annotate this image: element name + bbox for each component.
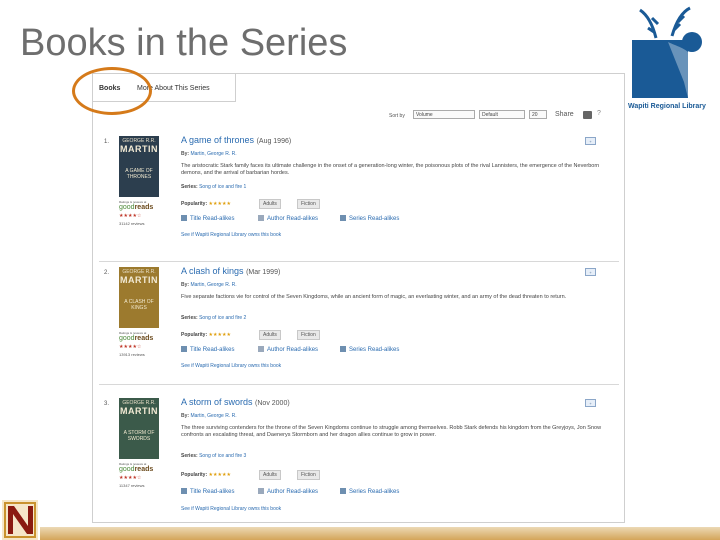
- book-description: The three surviving contenders for the t…: [181, 425, 602, 438]
- book-entry: 2. GEORGE R.R. MARTIN A CLASH OF KINGS R…: [93, 205, 624, 369]
- author-link[interactable]: Martin, George R. R.: [190, 151, 236, 157]
- book-title[interactable]: A game of thrones (Aug 1996): [181, 135, 291, 145]
- add-to-list-icon[interactable]: +: [585, 399, 596, 407]
- book-series: Series: Song of ice and fire 3: [181, 453, 247, 459]
- title-readalikes-link[interactable]: Title Read-alikes: [181, 488, 234, 495]
- book-cover[interactable]: GEORGE R.R. MARTIN A STORM OF SWORDS: [119, 398, 159, 459]
- slide-title: Books in the Series: [20, 22, 348, 64]
- add-to-list-icon[interactable]: +: [585, 137, 596, 145]
- book-number: 3.: [104, 401, 110, 407]
- book-title[interactable]: A storm of swords (Nov 2000): [181, 397, 290, 407]
- series-readalikes-link[interactable]: Series Read-alikes: [340, 488, 399, 495]
- highlight-circle: [72, 67, 152, 115]
- author-readalikes-link[interactable]: Author Read-alikes: [258, 488, 318, 495]
- goodreads-badge[interactable]: Ratings & reviews at goodreads: [119, 462, 159, 473]
- book-author: By: Martin, George R. R.: [181, 151, 237, 157]
- book-entry: 1. GEORGE R.R. MARTIN A GAME OF THRONES …: [93, 74, 624, 238]
- rating-stars: ★★★★☆: [119, 475, 142, 481]
- book-title[interactable]: A clash of kings (Mar 1999): [181, 266, 280, 276]
- series-link[interactable]: Song of ice and fire 1: [199, 184, 246, 190]
- book-icon: [181, 488, 187, 494]
- review-count[interactable]: 11347 reviews: [119, 483, 145, 488]
- book-entry: 3. GEORGE R.R. MARTIN A STORM OF SWORDS …: [93, 336, 624, 512]
- book-cover[interactable]: GEORGE R.R. MARTIN A CLASH OF KINGS: [119, 267, 159, 328]
- add-to-list-icon[interactable]: +: [585, 268, 596, 276]
- book-series: Series: Song of ice and fire 1: [181, 184, 247, 190]
- series-panel: Books More About This Series Sort by Vol…: [92, 73, 625, 523]
- book-description: Five separate factions vie for control o…: [181, 294, 567, 300]
- book-series: Series: Song of ice and fire 2: [181, 315, 247, 321]
- logo-text: Wapiti Regional Library: [628, 103, 706, 110]
- book-cover[interactable]: GEORGE R.R. MARTIN A GAME OF THRONES: [119, 136, 159, 197]
- book-number: 2.: [104, 270, 110, 276]
- footer-bar: [40, 527, 720, 540]
- library-availability-link[interactable]: See if Wapiti Regional Library owns this…: [181, 506, 281, 512]
- audience-badge[interactable]: Adults: [259, 470, 281, 480]
- series-link[interactable]: Song of ice and fire 3: [199, 453, 246, 459]
- author-link[interactable]: Martin, George R. R.: [190, 413, 236, 419]
- series-link[interactable]: Song of ice and fire 2: [199, 315, 246, 321]
- author-link[interactable]: Martin, George R. R.: [190, 282, 236, 288]
- book-author: By: Martin, George R. R.: [181, 413, 237, 419]
- book-description: The aristocratic Stark family faces its …: [181, 163, 600, 176]
- popularity: Popularity: ★★★★★: [181, 472, 231, 478]
- book-number: 1.: [104, 139, 110, 145]
- n-logo-icon: [2, 500, 38, 540]
- genre-badge[interactable]: Fiction: [297, 470, 320, 480]
- person-icon: [258, 488, 264, 494]
- books-icon: [340, 488, 346, 494]
- book-author: By: Martin, George R. R.: [181, 282, 237, 288]
